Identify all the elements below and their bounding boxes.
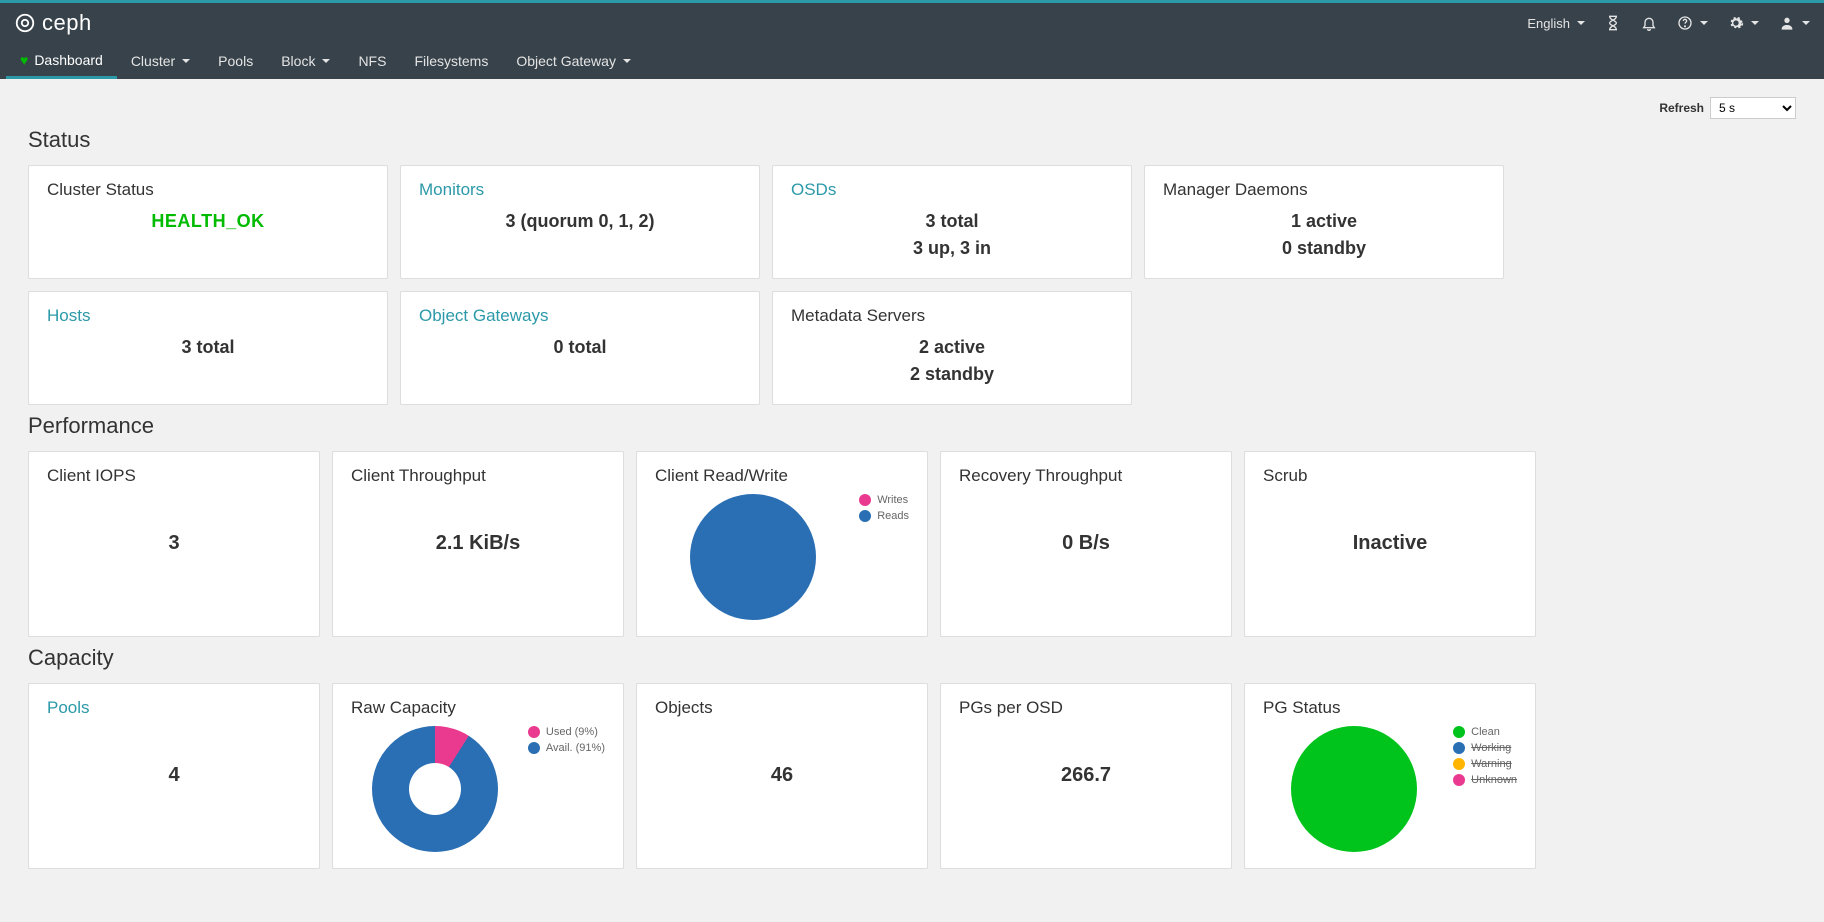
help-menu[interactable]: [1677, 15, 1708, 31]
performance-cards: Client IOPS 3 Client Throughput 2.1 KiB/…: [28, 451, 1796, 637]
nav-pools[interactable]: Pools: [204, 43, 267, 79]
brand-text: ceph: [42, 10, 92, 36]
raw-capacity-legend: Used (9%) Avail. (91%): [528, 726, 605, 758]
card-title: Client Read/Write: [655, 466, 909, 486]
card-recovery-throughput: Recovery Throughput 0 B/s: [940, 451, 1232, 637]
card-title: Manager Daemons: [1163, 180, 1485, 200]
brand-logo[interactable]: ceph: [14, 10, 92, 36]
card-mds: Metadata Servers 2 active 2 standby: [772, 291, 1132, 405]
card-pg-status: PG Status Clean Working Warning Unknown: [1244, 683, 1536, 869]
card-value: 266.7: [959, 764, 1213, 787]
card-pgs-per-osd: PGs per OSD 266.7: [940, 683, 1232, 869]
card-value: Inactive: [1263, 532, 1517, 555]
section-status-title: Status: [28, 127, 1796, 153]
nav-filesystems[interactable]: Filesystems: [400, 43, 502, 79]
pg-status-legend: Clean Working Warning Unknown: [1453, 726, 1517, 790]
section-capacity-title: Capacity: [28, 645, 1796, 671]
language-label: English: [1527, 16, 1570, 31]
client-rw-legend: Writes Reads: [859, 494, 909, 526]
card-client-throughput: Client Throughput 2.1 KiB/s: [332, 451, 624, 637]
card-title: Metadata Servers: [791, 306, 1113, 326]
card-pools: Pools 4: [28, 683, 320, 869]
user-menu[interactable]: [1779, 15, 1810, 31]
card-objects: Objects 46: [636, 683, 928, 869]
settings-menu[interactable]: [1728, 15, 1759, 31]
main-nav: ♥Dashboard Cluster Pools Block NFS Files…: [0, 43, 1824, 79]
card-title: Recovery Throughput: [959, 466, 1213, 486]
nav-cluster[interactable]: Cluster: [117, 43, 204, 79]
card-value: 2 active 2 standby: [791, 334, 1113, 388]
card-mgr: Manager Daemons 1 active 0 standby: [1144, 165, 1504, 279]
card-value: 3 (quorum 0, 1, 2): [419, 208, 741, 235]
card-hosts: Hosts 3 total: [28, 291, 388, 405]
card-monitors: Monitors 3 (quorum 0, 1, 2): [400, 165, 760, 279]
tasks-icon[interactable]: [1605, 15, 1621, 31]
pg-status-pie-chart: [1291, 726, 1417, 852]
refresh-control: Refresh 5 s: [28, 97, 1796, 119]
card-title: Raw Capacity: [351, 698, 605, 718]
ceph-logo-icon: [14, 12, 36, 34]
capacity-cards: Pools 4 Raw Capacity Used (9%) Avail. (9…: [28, 683, 1796, 869]
card-value: 3: [47, 532, 301, 555]
language-menu[interactable]: English: [1527, 16, 1585, 31]
card-value: 3 total: [47, 334, 369, 361]
section-performance-title: Performance: [28, 413, 1796, 439]
notifications-icon[interactable]: [1641, 15, 1657, 31]
card-value: 0 total: [419, 334, 741, 361]
card-title: Scrub: [1263, 466, 1517, 486]
refresh-select[interactable]: 5 s: [1710, 97, 1796, 119]
nav-nfs[interactable]: NFS: [344, 43, 400, 79]
card-cluster-status: Cluster Status HEALTH_OK: [28, 165, 388, 279]
nav-object-gateway[interactable]: Object Gateway: [502, 43, 645, 79]
card-raw-capacity: Raw Capacity Used (9%) Avail. (91%): [332, 683, 624, 869]
page-body: Refresh 5 s Status Cluster Status HEALTH…: [0, 79, 1824, 899]
card-title-link[interactable]: OSDs: [791, 180, 1113, 200]
card-title: Client IOPS: [47, 466, 301, 486]
card-title: PG Status: [1263, 698, 1517, 718]
card-title-link[interactable]: Pools: [47, 698, 301, 718]
topbar-right: English: [1527, 15, 1810, 31]
health-value: HEALTH_OK: [151, 211, 264, 231]
card-value: 3 total 3 up, 3 in: [791, 208, 1113, 262]
card-value: 1 active 0 standby: [1163, 208, 1485, 262]
card-client-iops: Client IOPS 3: [28, 451, 320, 637]
card-title-link[interactable]: Object Gateways: [419, 306, 741, 326]
card-value: 4: [47, 764, 301, 787]
card-scrub: Scrub Inactive: [1244, 451, 1536, 637]
card-title: Client Throughput: [351, 466, 605, 486]
card-title-link[interactable]: Monitors: [419, 180, 741, 200]
refresh-label: Refresh: [1659, 101, 1704, 115]
card-title-link[interactable]: Hosts: [47, 306, 369, 326]
card-osds: OSDs 3 total 3 up, 3 in: [772, 165, 1132, 279]
health-icon: ♥: [20, 52, 28, 68]
card-title: Objects: [655, 698, 909, 718]
card-value: 0 B/s: [959, 532, 1213, 555]
card-title: PGs per OSD: [959, 698, 1213, 718]
card-value: 2.1 KiB/s: [351, 532, 605, 555]
nav-dashboard[interactable]: ♥Dashboard: [6, 43, 117, 79]
nav-block[interactable]: Block: [267, 43, 344, 79]
card-client-rw: Client Read/Write Writes Reads: [636, 451, 928, 637]
topbar: ceph English: [0, 0, 1824, 43]
client-rw-pie-chart: [690, 494, 816, 620]
status-cards: Cluster Status HEALTH_OK Monitors 3 (quo…: [28, 165, 1796, 405]
card-rgw: Object Gateways 0 total: [400, 291, 760, 405]
card-value: 46: [655, 764, 909, 787]
card-title: Cluster Status: [47, 180, 369, 200]
raw-capacity-donut-chart: [372, 726, 498, 852]
